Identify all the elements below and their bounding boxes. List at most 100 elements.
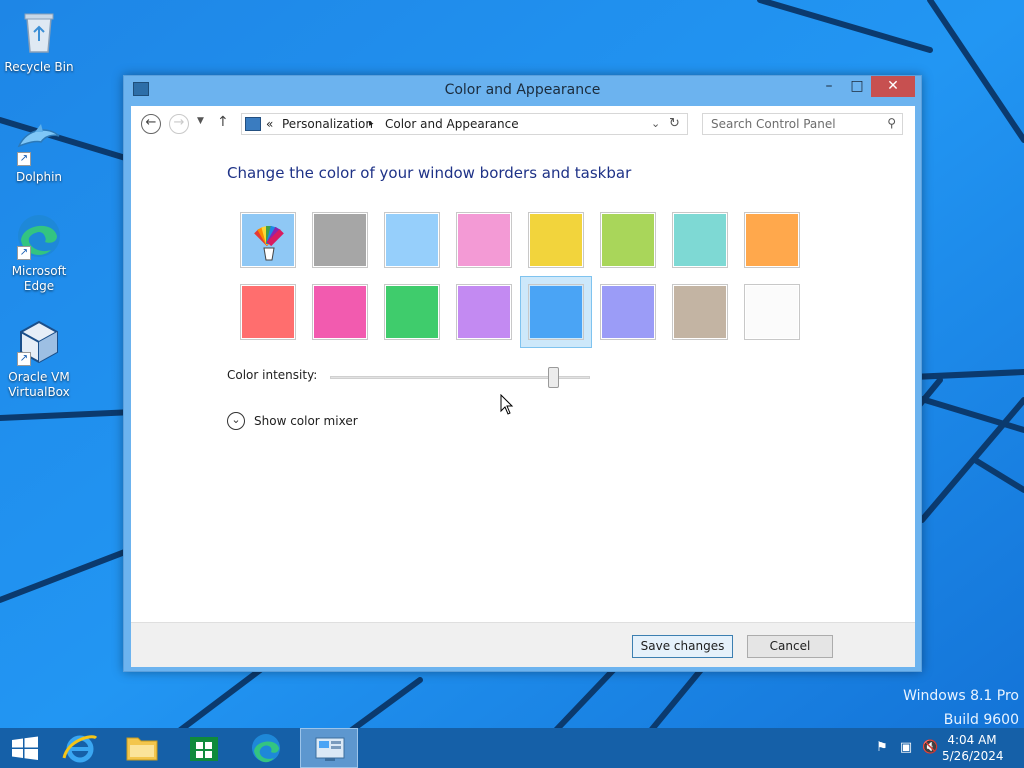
desktop-icon-dolphin[interactable]: ↗ Dolphin: [1, 118, 77, 185]
address-bar-row: ← → ▼ ↑ « Personalization ▸ Color and Ap…: [131, 106, 915, 142]
desktop-icon-label: Dolphin: [15, 170, 63, 184]
recent-locations-button[interactable]: ▼: [197, 116, 204, 126]
action-center-flag-icon[interactable]: ⚑: [874, 740, 890, 756]
breadcrumb-overflow[interactable]: «: [266, 117, 273, 131]
swatch-fill: [746, 214, 798, 266]
store-icon: [190, 737, 218, 761]
swatch-fill: [602, 286, 654, 338]
breadcrumb-color-and-appearance[interactable]: Color and Appearance: [385, 117, 519, 131]
desktop-icon-edge[interactable]: ↗ Microsoft Edge: [1, 212, 77, 294]
shortcut-arrow-icon: ↗: [17, 246, 31, 260]
shortcut-arrow-icon: ↗: [17, 152, 31, 166]
control-panel-icon: [245, 117, 261, 131]
desktop-icon-label: Microsoft Edge: [11, 264, 67, 293]
up-button[interactable]: ↑: [217, 114, 229, 130]
back-button[interactable]: ←: [141, 114, 161, 134]
color-swatch-lime[interactable]: [600, 212, 656, 268]
color-swatch-taupe[interactable]: [672, 284, 728, 340]
taskbar-store[interactable]: [176, 728, 232, 768]
taskbar-internet-explorer[interactable]: [52, 728, 108, 768]
edge-icon: ↗: [15, 212, 63, 260]
clock-time: 4:04 AM: [947, 733, 997, 747]
taskbar-file-explorer[interactable]: [114, 728, 170, 768]
watermark-edition: Windows 8.1 Pro: [903, 688, 1019, 704]
recycle-bin-icon: [15, 8, 63, 56]
forward-button[interactable]: →: [169, 114, 189, 134]
mouse-cursor-icon: [500, 393, 514, 419]
color-swatch-automatic[interactable]: [240, 212, 296, 268]
color-palette-icon: [254, 225, 284, 261]
folder-icon: [126, 737, 158, 761]
internet-explorer-icon: [62, 735, 98, 763]
color-swatch-pink[interactable]: [456, 212, 512, 268]
content-pane: Change the color of your window borders …: [131, 142, 915, 622]
breadcrumb-personalization[interactable]: Personalization: [282, 117, 373, 131]
chevron-down-icon: ⌄: [227, 412, 245, 430]
color-swatch-blue[interactable]: [528, 284, 584, 340]
color-intensity-label: Color intensity:: [227, 368, 318, 382]
swatch-fill: [674, 214, 726, 266]
taskbar-clock[interactable]: 4:04 AM 5/26/2024: [942, 732, 1004, 764]
windows-version-watermark: Windows 8.1 Pro Build 9600: [903, 684, 1019, 732]
desktop-icon-label: Recycle Bin: [4, 60, 74, 74]
cancel-button[interactable]: Cancel: [747, 635, 833, 658]
dolphin-icon: ↗: [15, 118, 63, 166]
desktop-icon-label: Oracle VM VirtualBox: [8, 370, 70, 399]
maximize-button[interactable]: □: [844, 76, 870, 97]
address-dropdown-icon[interactable]: ⌄: [651, 117, 660, 130]
close-button[interactable]: ✕: [871, 76, 915, 97]
color-swatch-sky[interactable]: [384, 212, 440, 268]
color-swatch-green[interactable]: [384, 284, 440, 340]
title-bar[interactable]: Color and Appearance – □ ✕: [124, 76, 921, 106]
swatch-fill: [242, 214, 294, 266]
swatch-fill: [530, 214, 582, 266]
color-swatch-orange[interactable]: [744, 212, 800, 268]
desktop-icon-recycle-bin[interactable]: Recycle Bin: [1, 8, 77, 75]
swatch-fill: [458, 214, 510, 266]
color-swatch-violet[interactable]: [456, 284, 512, 340]
dialog-footer: Save changes Cancel: [131, 622, 915, 667]
network-icon[interactable]: ▣: [898, 740, 914, 756]
shortcut-arrow-icon: ↗: [17, 352, 31, 366]
virtualbox-icon: ↗: [15, 318, 63, 366]
color-swatch-periwinkle[interactable]: [600, 284, 656, 340]
swatch-fill: [386, 286, 438, 338]
address-box[interactable]: « Personalization ▸ Color and Appearance…: [241, 113, 688, 135]
swatch-fill: [530, 286, 582, 338]
color-intensity-slider-thumb[interactable]: [548, 367, 560, 388]
swatch-fill: [314, 214, 366, 266]
minimize-button[interactable]: –: [816, 76, 842, 97]
taskbar-control-panel[interactable]: [300, 728, 358, 768]
color-swatch-magenta[interactable]: [312, 284, 368, 340]
start-button[interactable]: [0, 728, 50, 768]
desktop-icon-virtualbox[interactable]: ↗ Oracle VM VirtualBox: [1, 318, 77, 400]
edge-icon: [252, 734, 280, 763]
swatch-fill: [242, 286, 294, 338]
swatch-fill: [674, 286, 726, 338]
color-swatch-teal[interactable]: [672, 212, 728, 268]
refresh-icon[interactable]: ↻: [669, 116, 680, 131]
search-icon[interactable]: ⚲: [887, 116, 896, 130]
swatch-fill: [458, 286, 510, 338]
page-heading: Change the color of your window borders …: [227, 164, 632, 182]
volume-muted-icon[interactable]: 🔇: [922, 740, 938, 756]
swatch-fill: [314, 286, 366, 338]
swatch-fill: [746, 286, 798, 338]
color-swatch-gray[interactable]: [312, 212, 368, 268]
color-swatch-white[interactable]: [744, 284, 800, 340]
clock-date: 5/26/2024: [942, 749, 1004, 763]
breadcrumb-separator[interactable]: ▸: [369, 119, 374, 129]
taskbar-edge[interactable]: [238, 728, 294, 768]
search-placeholder: Search Control Panel: [711, 117, 836, 131]
color-swatch-yellow[interactable]: [528, 212, 584, 268]
show-color-mixer-label: Show color mixer: [254, 414, 358, 428]
swatch-fill: [602, 214, 654, 266]
windows-logo-icon: [12, 736, 38, 760]
search-input[interactable]: Search Control Panel ⚲: [702, 113, 903, 135]
window-title: Color and Appearance: [444, 82, 601, 98]
save-changes-button[interactable]: Save changes: [632, 635, 733, 658]
taskbar: ⚑ ▣ 🔇 4:04 AM 5/26/2024: [0, 728, 1024, 768]
swatch-fill: [386, 214, 438, 266]
control-panel-icon: [315, 737, 345, 761]
color-swatch-red[interactable]: [240, 284, 296, 340]
